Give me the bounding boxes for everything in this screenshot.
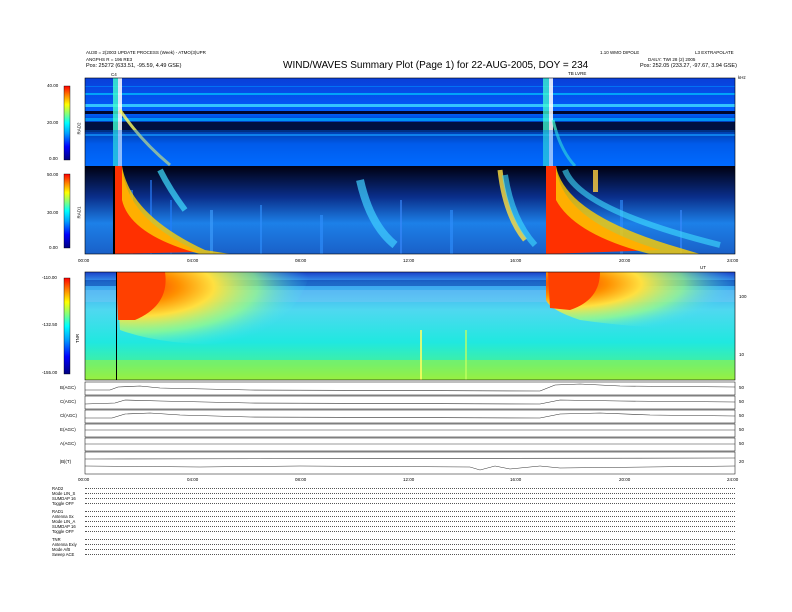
tnr-tick-top: -110.00: [42, 275, 57, 280]
rad2-tick-top: 40.00: [47, 83, 59, 88]
x-tick-1200: 12:00: [403, 258, 415, 263]
bottom-x-tick-0000: 00:00: [78, 477, 90, 482]
rad1-colorbar: [63, 173, 71, 249]
legend-row: Toggle OFF: [52, 501, 74, 506]
tnr-right-tick-10: 10: [739, 352, 745, 357]
x-tick-0800: 08:00: [295, 258, 307, 263]
rad2-colorbar: [63, 85, 71, 161]
x-tick-0000: 00:00: [78, 258, 90, 263]
tnr-right-tick-100: 100: [739, 294, 747, 299]
rad1-tick-bot: 0.00: [49, 245, 58, 250]
tnr-tick-mid: -132.50: [42, 322, 58, 327]
rad2-tick-mid: 20.00: [47, 120, 59, 125]
agc-label-bt: |B|(T): [60, 459, 72, 464]
legend-divider: [85, 521, 735, 522]
agc-label-cl: Cl(AGC): [60, 413, 77, 418]
bottom-x-tick-2400: 24:00: [727, 477, 739, 482]
x-unit: UT: [700, 265, 706, 270]
agc-right-e: 50: [739, 427, 745, 432]
legend-divider: [85, 511, 735, 512]
agc-label-a: A(AGC): [60, 441, 76, 446]
tnr-tick-bot: -155.00: [42, 370, 58, 375]
agc-label-b: B(AGC): [60, 385, 76, 390]
legend-divider: [85, 516, 735, 517]
bottom-x-tick-0400: 04:00: [187, 477, 199, 482]
agc-label-c: C(AGC): [60, 399, 76, 404]
tnr-colorbar: [63, 277, 71, 375]
legend-divider: [85, 554, 735, 555]
legend-divider: [85, 498, 735, 499]
legend-divider: [85, 488, 735, 489]
bottom-x-tick-0800: 08:00: [295, 477, 307, 482]
bottom-x-tick-1600: 16:00: [510, 477, 522, 482]
legend-divider: [85, 549, 735, 550]
legend-divider: [85, 526, 735, 527]
tnr-label: TNR: [75, 333, 81, 344]
legend-divider: [85, 531, 735, 532]
agc-strips: [84, 381, 736, 475]
legend-row: Toggle OFF: [52, 529, 74, 534]
agc-label-e: E(AGC): [60, 427, 76, 432]
x-tick-2400: 24:00: [727, 258, 739, 263]
agc-right-c: 50: [739, 399, 745, 404]
legend-divider: [85, 544, 735, 545]
legend-row: Sweep ACE: [52, 552, 75, 557]
rad1-tick-top: 50.00: [47, 172, 59, 177]
rad2-tick-bot: 0.00: [49, 156, 58, 161]
legend-divider: [85, 539, 735, 540]
agc-right-a: 50: [739, 441, 745, 446]
rad2-bands: [85, 86, 735, 136]
x-tick-0400: 04:00: [187, 258, 199, 263]
agc-right-bt: 20: [739, 459, 745, 464]
bottom-x-tick-2000: 20:00: [619, 477, 631, 482]
x-tick-1600: 16:00: [510, 258, 522, 263]
x-tick-2000: 20:00: [619, 258, 631, 263]
bottom-x-tick-1200: 12:00: [403, 477, 415, 482]
agc-traces: [84, 383, 736, 471]
rad1-label: RAD1: [76, 206, 82, 219]
agc-right-cl: 50: [739, 413, 745, 418]
rad2-label: RAD2: [76, 122, 82, 135]
agc-right-b: 50: [739, 385, 745, 390]
legend-divider: [85, 493, 735, 494]
legend-divider: [85, 503, 735, 504]
rad1-tick-mid: 30.00: [47, 210, 59, 215]
